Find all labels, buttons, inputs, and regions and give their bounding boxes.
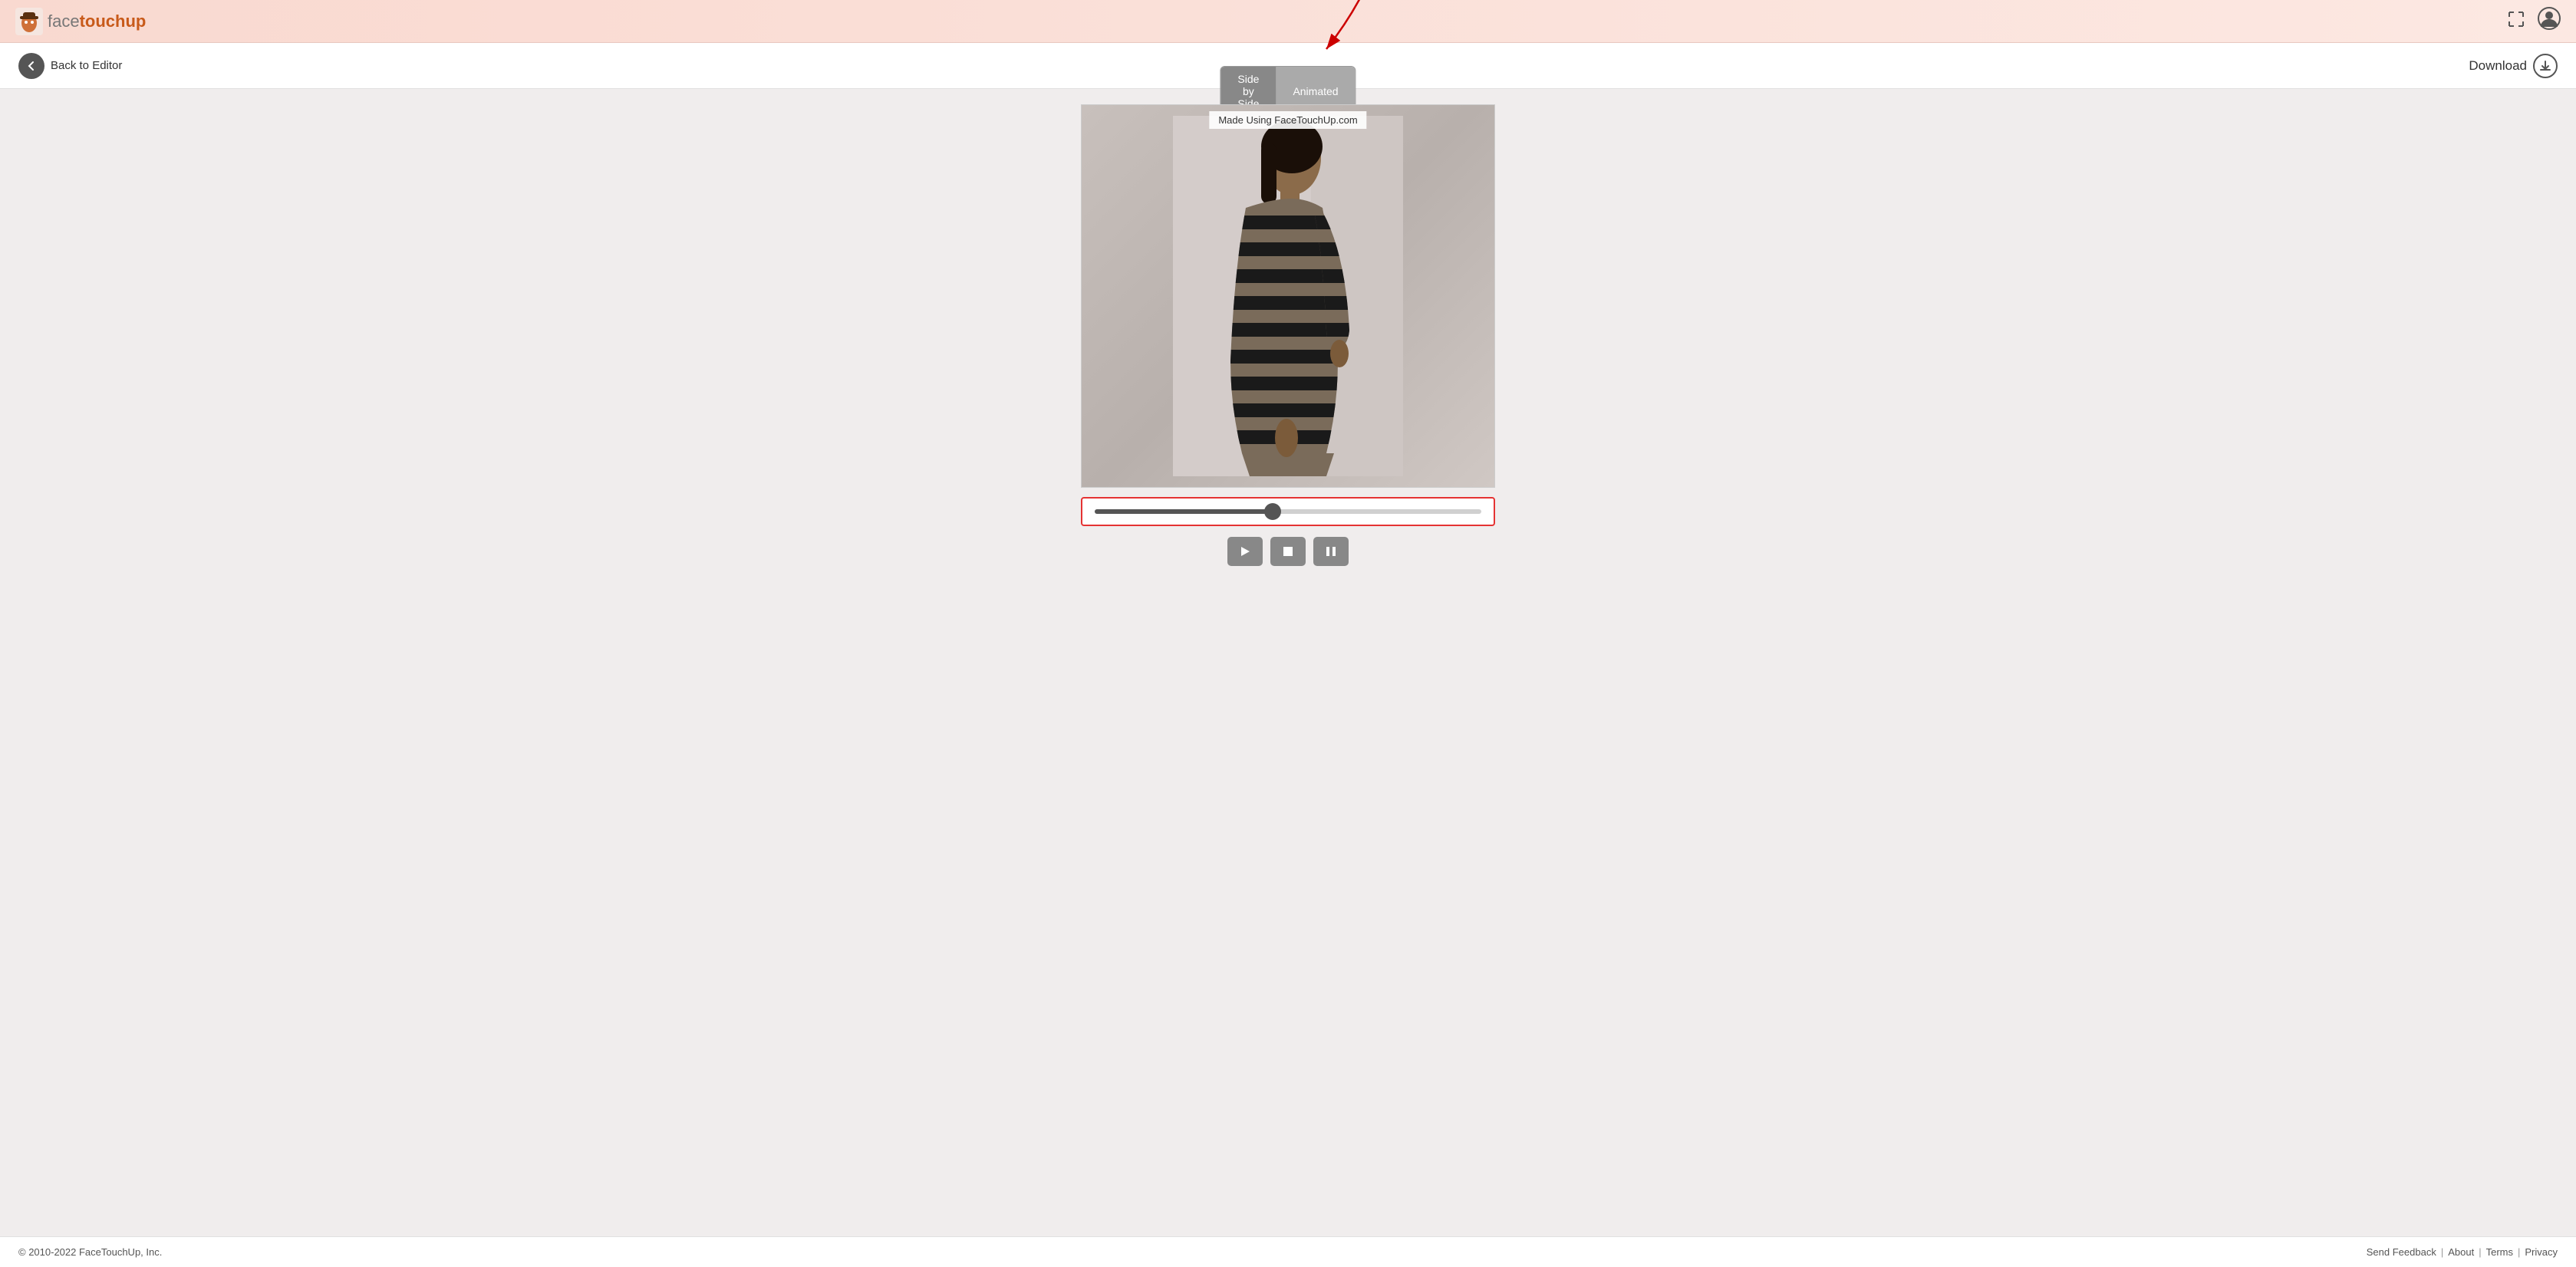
logo-text: facetouchup [48,12,146,31]
user-icon [2538,7,2561,30]
play-button[interactable] [1227,537,1263,566]
main-content: Made Using FaceTouchUp.com [0,89,2576,1236]
sep-2: | [2479,1246,2481,1258]
terms-link[interactable]: Terms [2486,1246,2513,1258]
logo: facetouchup [15,8,146,35]
about-link[interactable]: About [2448,1246,2474,1258]
footer: © 2010-2022 FaceTouchUp, Inc. Send Feedb… [0,1236,2576,1267]
send-feedback-link[interactable]: Send Feedback [2367,1246,2436,1258]
fullscreen-icon [2507,10,2525,28]
logo-icon [15,8,43,35]
privacy-link[interactable]: Privacy [2525,1246,2558,1258]
image-container: Made Using FaceTouchUp.com [1081,104,1495,488]
back-to-editor-button[interactable]: Back to Editor [18,53,122,79]
download-button[interactable]: Download [2469,54,2558,78]
nav-right [2507,7,2561,35]
pause-icon [1326,546,1336,557]
back-arrow-icon [18,53,44,79]
sub-header: Back to Editor Side by Side Animated Dow… [0,43,2576,89]
download-icon [2533,54,2558,78]
stop-button[interactable] [1270,537,1306,566]
playback-controls [1227,537,1349,566]
back-label: Back to Editor [51,59,122,72]
play-icon [1240,546,1250,557]
sep-3: | [2518,1246,2520,1258]
slider-fill [1095,509,1273,514]
fullscreen-button[interactable] [2507,10,2525,33]
watermark: Made Using FaceTouchUp.com [1209,111,1366,129]
sep-1: | [2441,1246,2443,1258]
copyright: © 2010-2022 FaceTouchUp, Inc. [18,1246,162,1258]
stop-icon [1283,547,1293,556]
slider-track[interactable] [1095,509,1481,514]
pause-button[interactable] [1313,537,1349,566]
slider-container [1081,497,1495,526]
download-label: Download [2469,58,2527,74]
top-nav: facetouchup [0,0,2576,43]
user-account-button[interactable] [2538,7,2561,35]
person-image [1173,116,1403,476]
image-placeholder [1082,105,1494,487]
slider-thumb[interactable] [1264,503,1281,520]
footer-links: Send Feedback | About | Terms | Privacy [2367,1246,2558,1258]
